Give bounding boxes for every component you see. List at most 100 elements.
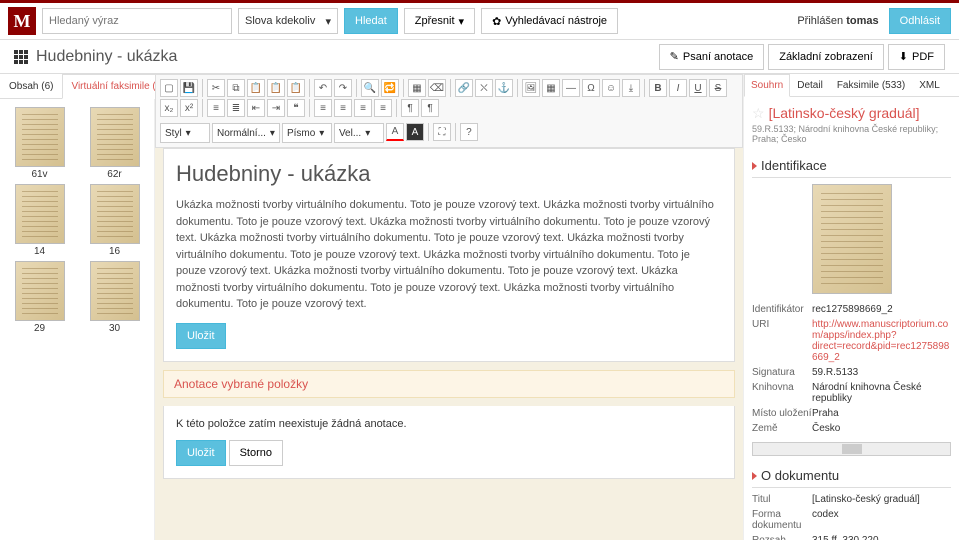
page-title: Hudebniny - ukázka [36, 48, 177, 66]
section-identification[interactable]: Identifikace [752, 154, 951, 178]
clearfmt-icon[interactable]: ⌫ [428, 79, 446, 97]
thumb-item[interactable]: 16 [79, 184, 150, 257]
format-select[interactable]: Normální...▾ [212, 123, 280, 143]
pdf-button[interactable]: ⬇PDF [888, 44, 945, 70]
caret-icon [752, 162, 757, 170]
thumbnail-grid: 61v 62r 14 16 29 30 [0, 99, 154, 342]
selectall-icon[interactable]: ▦ [408, 79, 426, 97]
tab-xml[interactable]: XML [912, 74, 947, 96]
textcolor-icon[interactable]: A [386, 123, 404, 141]
annotation-cancel-button[interactable]: Storno [229, 440, 283, 466]
annotation-header: Anotace vybrané položky [163, 370, 735, 398]
align-center-icon[interactable]: ≡ [334, 99, 352, 117]
table-icon[interactable]: ▦ [542, 79, 560, 97]
star-icon[interactable]: ☆ [752, 105, 765, 121]
strike-icon[interactable]: S [709, 79, 727, 97]
annotation-save-button[interactable]: Uložit [176, 440, 226, 466]
tab-detail[interactable]: Detail [790, 74, 830, 96]
outdent-icon[interactable]: ⇤ [247, 99, 265, 117]
save-content-button[interactable]: Uložit [176, 323, 226, 349]
left-tabs: Obsah (6) Virtuální faksimile (6) [0, 74, 154, 99]
copy-icon[interactable]: ⧉ [227, 79, 245, 97]
cut-icon[interactable]: ✂ [207, 79, 225, 97]
sup-icon[interactable]: x² [180, 99, 198, 117]
quote-icon[interactable]: ❝ [287, 99, 305, 117]
pagebreak-icon[interactable]: ⤓ [622, 79, 640, 97]
left-panel: Obsah (6) Virtuální faksimile (6) 61v 62… [0, 74, 155, 540]
refine-button[interactable]: Zpřesnit ▾ [404, 8, 475, 34]
manuscript-thumbnail [15, 184, 65, 244]
help-icon[interactable]: ? [460, 123, 478, 141]
replace-icon[interactable]: 🔁 [381, 79, 399, 97]
search-button[interactable]: Hledat [344, 8, 398, 34]
sub-icon[interactable]: x₂ [160, 99, 178, 117]
size-select[interactable]: Vel...▾ [334, 123, 384, 143]
font-select[interactable]: Písmo▾ [282, 123, 332, 143]
underline-icon[interactable]: U [689, 79, 707, 97]
search-input[interactable] [42, 8, 232, 34]
annotation-empty-text: K této položce zatím neexistuje žádná an… [176, 418, 722, 430]
detail-panel: Souhrn Detail Faksimile (533) XML ☆[Lati… [743, 74, 959, 540]
manuscript-preview[interactable] [812, 184, 892, 294]
char-icon[interactable]: Ω [582, 79, 600, 97]
image-icon[interactable]: 🖼 [522, 79, 540, 97]
horizontal-scrollbar[interactable] [752, 442, 951, 456]
grid-icon [14, 50, 28, 64]
italic-icon[interactable]: I [669, 79, 687, 97]
indent-icon[interactable]: ⇥ [267, 99, 285, 117]
tab-obsah[interactable]: Obsah (6) [0, 74, 62, 98]
manuscript-thumbnail [90, 107, 140, 167]
tab-faksimile-count[interactable]: Faksimile (533) [830, 74, 912, 96]
annotate-button[interactable]: ✎Psaní anotace [659, 44, 765, 70]
search-scope-select[interactable]: Slova kdekoliv▾ [238, 8, 338, 34]
anchor-icon[interactable]: ⚓ [495, 79, 513, 97]
unlink-icon[interactable]: ⛌ [475, 79, 493, 97]
basic-view-button[interactable]: Základní zobrazení [768, 44, 884, 70]
paste-icon[interactable]: 📋 [247, 79, 265, 97]
bold-icon[interactable]: B [649, 79, 667, 97]
thumb-item[interactable]: 61v [4, 107, 75, 180]
paste-word-icon[interactable]: 📋 [287, 79, 305, 97]
logout-button[interactable]: Odhlásit [889, 8, 951, 34]
align-right-icon[interactable]: ≡ [354, 99, 372, 117]
record-title: [Latinsko-český graduál] [769, 105, 920, 121]
section-about[interactable]: O dokumentu [752, 464, 951, 488]
tools-button[interactable]: ✿Vyhledávací nástroje [481, 8, 618, 34]
ul-icon[interactable]: ≣ [227, 99, 245, 117]
maximize-icon[interactable]: ⛶ [433, 123, 451, 141]
editor-panel: ▢ 💾 ✂ ⧉ 📋 📋 📋 ↶ ↷ 🔍 🔁 ▦ ⌫ 🔗 ⛌ ⚓ 🖼 ▦ ― [155, 74, 743, 540]
link-icon[interactable]: 🔗 [455, 79, 473, 97]
record-subtitle: 59.R.5133; Národní knihovna České republ… [752, 124, 951, 144]
redo-icon[interactable]: ↷ [334, 79, 352, 97]
manuscript-thumbnail [90, 261, 140, 321]
ol-icon[interactable]: ≡ [207, 99, 225, 117]
tab-summary[interactable]: Souhrn [744, 74, 790, 97]
gear-icon: ✿ [492, 15, 501, 28]
topbar: M Slova kdekoliv▾ Hledat Zpřesnit ▾ ✿Vyh… [0, 0, 959, 40]
undo-icon[interactable]: ↶ [314, 79, 332, 97]
uri-link[interactable]: http://www.manuscriptorium.com/apps/inde… [812, 319, 951, 363]
hr-icon[interactable]: ― [562, 79, 580, 97]
smiley-icon[interactable]: ☺ [602, 79, 620, 97]
find-icon[interactable]: 🔍 [361, 79, 379, 97]
bgcolor-icon[interactable]: A [406, 123, 424, 141]
thumb-item[interactable]: 62r [79, 107, 150, 180]
caret-icon [752, 472, 757, 480]
style-select[interactable]: Styl▾ [160, 123, 210, 143]
thumb-item[interactable]: 14 [4, 184, 75, 257]
save-icon[interactable]: 💾 [180, 79, 198, 97]
rtl-icon[interactable]: ¶ [421, 99, 439, 117]
app-logo[interactable]: M [8, 7, 36, 35]
align-justify-icon[interactable]: ≡ [374, 99, 392, 117]
paste-text-icon[interactable]: 📋 [267, 79, 285, 97]
thumb-item[interactable]: 29 [4, 261, 75, 334]
editor-content[interactable]: Hudebniny - ukázka Ukázka možnosti tvorb… [163, 148, 735, 362]
login-status: Přihlášen tomas [797, 15, 878, 27]
new-icon[interactable]: ▢ [160, 79, 178, 97]
pencil-icon: ✎ [670, 50, 679, 63]
align-left-icon[interactable]: ≡ [314, 99, 332, 117]
thumb-item[interactable]: 30 [79, 261, 150, 334]
ltr-icon[interactable]: ¶ [401, 99, 419, 117]
page-header: Hudebniny - ukázka ✎Psaní anotace Základ… [0, 40, 959, 74]
download-icon: ⬇ [899, 50, 908, 63]
